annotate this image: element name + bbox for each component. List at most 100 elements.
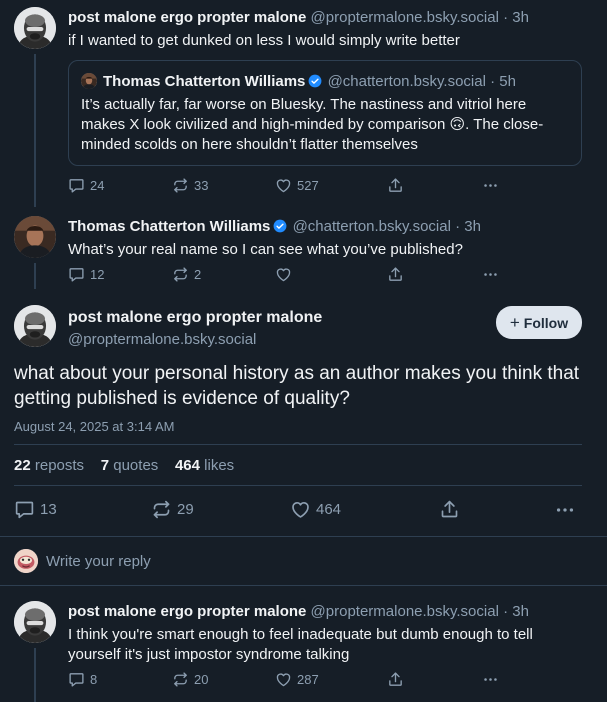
thread-line bbox=[34, 263, 36, 289]
more-options-button[interactable] bbox=[482, 671, 499, 688]
like-icon bbox=[275, 177, 292, 194]
thread-line bbox=[34, 648, 36, 702]
avatar-image bbox=[14, 216, 56, 258]
reply-icon bbox=[68, 671, 85, 688]
post-time: · 5h bbox=[490, 73, 516, 90]
post-time[interactable]: · 3h bbox=[503, 603, 529, 620]
avatar[interactable] bbox=[14, 216, 56, 258]
repost-button[interactable]: 29 bbox=[151, 499, 194, 520]
avatar-image bbox=[81, 73, 97, 89]
share-button[interactable] bbox=[439, 499, 460, 520]
plus-icon: + bbox=[509, 313, 520, 332]
avatar bbox=[14, 549, 38, 573]
avatar bbox=[81, 73, 97, 89]
avatar[interactable] bbox=[14, 601, 56, 643]
divider bbox=[0, 536, 607, 537]
repost-count: 33 bbox=[194, 178, 209, 193]
repost-button[interactable]: 2 bbox=[172, 266, 201, 283]
handle: @chatterton.bsky.social bbox=[327, 73, 486, 90]
likes-stat[interactable]: 464 likes bbox=[175, 457, 234, 474]
repost-count: 29 bbox=[177, 501, 194, 518]
display-name[interactable]: Thomas Chatterton Williams bbox=[68, 218, 270, 235]
reply-input-placeholder[interactable]: Write your reply bbox=[46, 553, 151, 570]
post-text: I think you're smart enough to feel inad… bbox=[68, 626, 533, 663]
reply-icon bbox=[14, 499, 35, 520]
repost-count: 2 bbox=[194, 267, 202, 282]
repost-button[interactable]: 33 bbox=[172, 177, 208, 194]
reply-button[interactable]: 13 bbox=[14, 499, 57, 520]
more-options-button[interactable] bbox=[554, 499, 576, 521]
post-header: Thomas Chatterton Williams @chatterton.b… bbox=[68, 218, 481, 235]
repost-icon bbox=[151, 499, 172, 520]
avatar-image bbox=[14, 7, 56, 49]
repost-icon bbox=[172, 266, 189, 283]
reply-button[interactable]: 24 bbox=[68, 177, 104, 194]
display-name-text: post malone ergo propter malone bbox=[68, 309, 323, 326]
avatar-image bbox=[14, 305, 56, 347]
share-icon bbox=[439, 499, 460, 520]
reposts-stat-label: reposts bbox=[34, 457, 85, 474]
share-button[interactable] bbox=[387, 671, 404, 688]
engagement-stats: 22 reposts 7 quotes 464 likes bbox=[14, 457, 234, 474]
like-button[interactable]: 527 bbox=[275, 177, 319, 194]
display-name[interactable]: post malone ergo propter malone bbox=[68, 309, 322, 327]
divider bbox=[14, 444, 582, 445]
more-icon bbox=[482, 671, 499, 688]
post-time[interactable]: · 3h bbox=[455, 218, 481, 235]
post-actions: 24 33 527 bbox=[68, 177, 582, 197]
quote-text: It’s actually far, far worse on Bluesky.… bbox=[81, 96, 544, 153]
reply-count: 13 bbox=[40, 501, 57, 518]
quote-card[interactable]: Thomas Chatterton Williams @chatterton.b… bbox=[68, 60, 582, 166]
reply-button[interactable]: 12 bbox=[68, 266, 104, 283]
share-button[interactable] bbox=[387, 266, 404, 283]
share-icon bbox=[387, 671, 404, 688]
handle[interactable]: @proptermalone.bsky.social bbox=[311, 9, 499, 26]
thread-line bbox=[34, 54, 36, 207]
post-timestamp[interactable]: August 24, 2025 at 3:14 AM bbox=[14, 419, 174, 434]
avatar[interactable] bbox=[14, 305, 56, 347]
share-icon bbox=[387, 266, 404, 283]
post-actions: 13 29 464 bbox=[14, 499, 584, 519]
handle[interactable]: @proptermalone.bsky.social bbox=[68, 331, 256, 348]
handle[interactable]: @proptermalone.bsky.social bbox=[311, 603, 499, 620]
more-options-button[interactable] bbox=[482, 177, 499, 194]
like-button[interactable]: 464 bbox=[290, 499, 341, 520]
avatar-image bbox=[14, 601, 56, 643]
post-actions: 12 2 bbox=[68, 266, 582, 286]
reply-count: 24 bbox=[90, 178, 105, 193]
repost-button[interactable]: 20 bbox=[172, 671, 208, 688]
more-icon bbox=[554, 499, 576, 521]
like-icon bbox=[275, 266, 292, 283]
reply-icon bbox=[68, 177, 85, 194]
more-icon bbox=[482, 177, 499, 194]
avatar-image bbox=[14, 549, 38, 573]
likes-stat-label: likes bbox=[204, 457, 235, 474]
share-icon bbox=[387, 177, 404, 194]
post-time[interactable]: · 3h bbox=[503, 9, 529, 26]
like-icon bbox=[290, 499, 311, 520]
like-count: 464 bbox=[316, 501, 342, 518]
reposts-stat[interactable]: 22 reposts bbox=[14, 457, 84, 474]
handle[interactable]: @chatterton.bsky.social bbox=[293, 218, 451, 235]
post-header: post malone ergo propter malone @propter… bbox=[68, 603, 529, 620]
avatar[interactable] bbox=[14, 7, 56, 49]
like-count: 527 bbox=[297, 178, 319, 193]
reply-count: 8 bbox=[90, 672, 98, 687]
quotes-stat-count: 7 bbox=[100, 457, 110, 474]
display-name[interactable]: post malone ergo propter malone bbox=[68, 603, 306, 620]
reply-count: 12 bbox=[90, 267, 105, 282]
display-name[interactable]: post malone ergo propter malone bbox=[68, 9, 306, 26]
verified-icon bbox=[273, 219, 287, 233]
like-button[interactable]: 287 bbox=[275, 671, 319, 688]
repost-icon bbox=[172, 177, 189, 194]
repost-icon bbox=[172, 671, 189, 688]
more-options-button[interactable] bbox=[482, 266, 499, 283]
quote-header: Thomas Chatterton Williams @chatterton.b… bbox=[81, 73, 516, 90]
post-text: What’s your real name so I can see what … bbox=[68, 241, 463, 258]
reply-button[interactable]: 8 bbox=[68, 671, 97, 688]
follow-button[interactable]: + Follow bbox=[496, 306, 582, 339]
share-button[interactable] bbox=[387, 177, 404, 194]
like-button[interactable] bbox=[275, 266, 292, 283]
quotes-stat[interactable]: 7 quotes bbox=[101, 457, 159, 474]
display-name: Thomas Chatterton Williams bbox=[103, 73, 306, 90]
